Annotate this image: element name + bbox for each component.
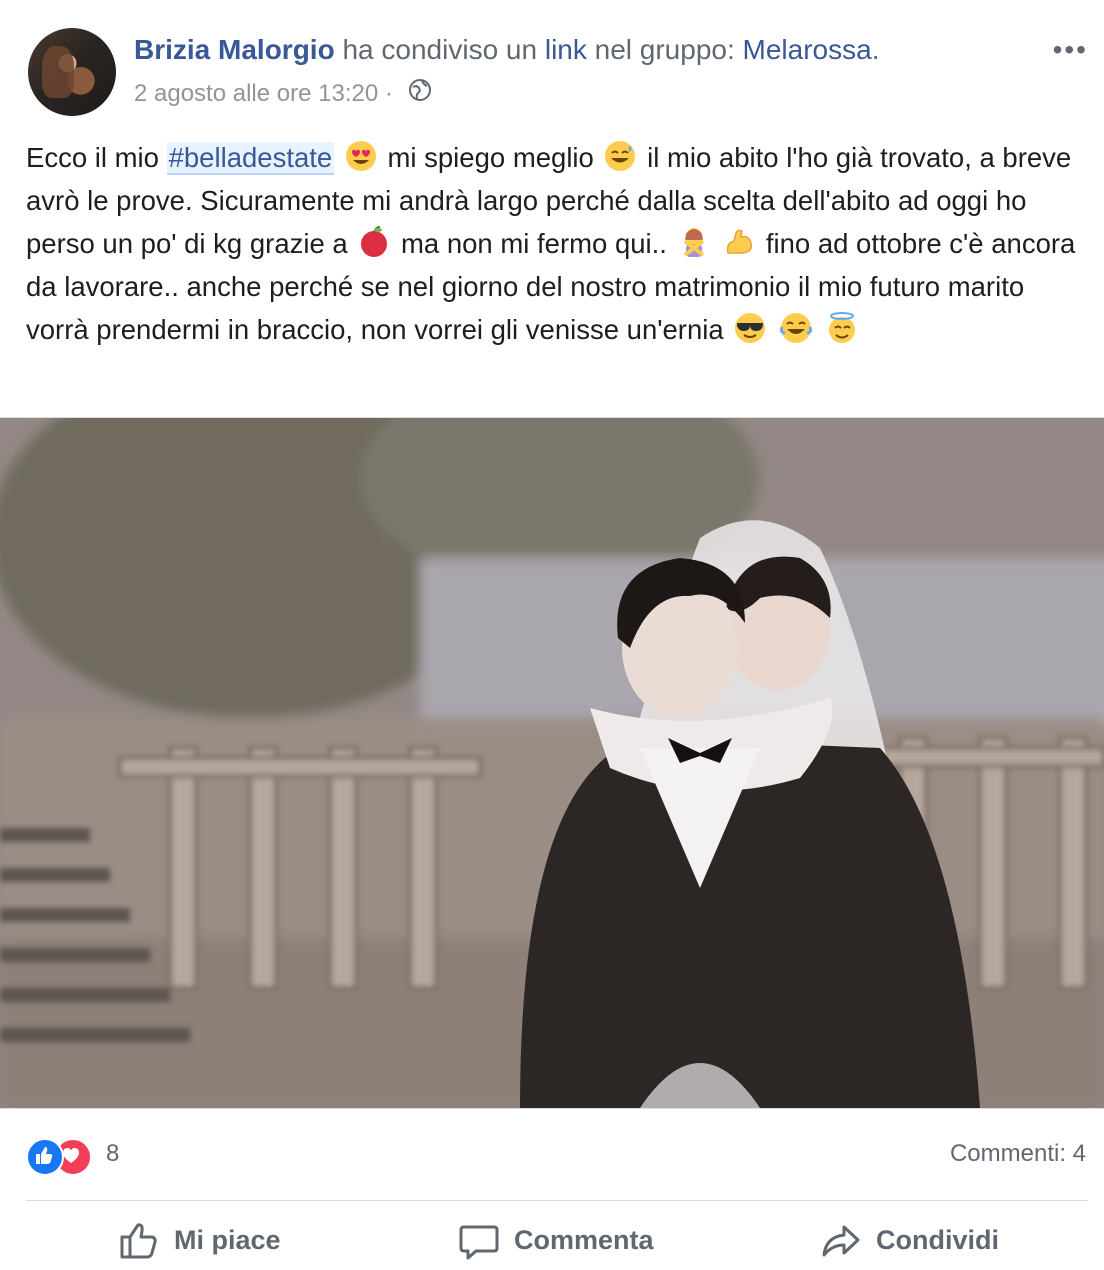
- reactions-count[interactable]: 8: [106, 1140, 119, 1168]
- globe-icon[interactable]: [408, 78, 432, 111]
- wedding-photo-illustration: [0, 418, 1104, 1108]
- like-reaction-icon: [26, 1138, 64, 1176]
- shared-text: ha condiviso un: [342, 34, 538, 65]
- comments-count-link[interactable]: Commenti: 4: [950, 1140, 1086, 1168]
- post-timestamp[interactable]: 2 agosto alle ore 13:20: [134, 80, 378, 107]
- heart-eyes-emoji: [345, 141, 376, 171]
- more-options-button[interactable]: •••: [1053, 34, 1088, 66]
- flexed-biceps-emoji: [727, 229, 753, 254]
- halo-emoji: [828, 312, 855, 343]
- post-meta: 2 agosto alle ore 13:20 ·: [134, 78, 432, 111]
- comment-label: Commenta: [514, 1224, 654, 1255]
- tears-of-joy-emoji: [779, 313, 813, 343]
- share-label: Condividi: [876, 1224, 999, 1255]
- post-text-part: Ecco il mio: [26, 142, 167, 173]
- sweat-smile-emoji: [605, 141, 636, 171]
- post-headline: Brizia Malorgio ha condiviso un link nel…: [134, 32, 879, 68]
- actions-divider: [26, 1200, 1088, 1201]
- post-header: Brizia Malorgio ha condiviso un link nel…: [28, 28, 1088, 120]
- author-name-link[interactable]: Brizia Malorgio: [134, 34, 335, 65]
- comment-button[interactable]: Commenta: [458, 1216, 654, 1264]
- meta-separator: ·: [384, 80, 393, 107]
- share-arrow-icon: [822, 1225, 860, 1257]
- apple-emoji: [361, 226, 388, 257]
- like-label: Mi piace: [174, 1224, 281, 1255]
- post-text-part: mi spiego meglio: [387, 142, 602, 173]
- share-button[interactable]: Condividi: [820, 1216, 999, 1264]
- thumbs-up-icon: [120, 1223, 157, 1259]
- post-text-part: ma non mi fermo qui..: [400, 228, 667, 259]
- hashtag-link[interactable]: #belladestate: [166, 142, 335, 175]
- group-prefix: nel gruppo:: [594, 34, 735, 65]
- shared-link[interactable]: link: [545, 34, 587, 65]
- like-button[interactable]: Mi piace: [118, 1216, 281, 1264]
- sunglasses-emoji: [735, 313, 766, 343]
- headline-period: .: [871, 34, 880, 65]
- post-body: Ecco il mio #belladestate mi spiego megl…: [26, 136, 1086, 351]
- group-name-link[interactable]: Melarossa: [743, 34, 872, 65]
- no-gesture-emoji: [683, 228, 704, 257]
- author-avatar[interactable]: [28, 28, 116, 116]
- post-actions-bar: Mi piace Commenta Condividi: [0, 1216, 1104, 1264]
- shared-gif-image[interactable]: [0, 417, 1104, 1109]
- comment-bubble-icon: [459, 1225, 499, 1260]
